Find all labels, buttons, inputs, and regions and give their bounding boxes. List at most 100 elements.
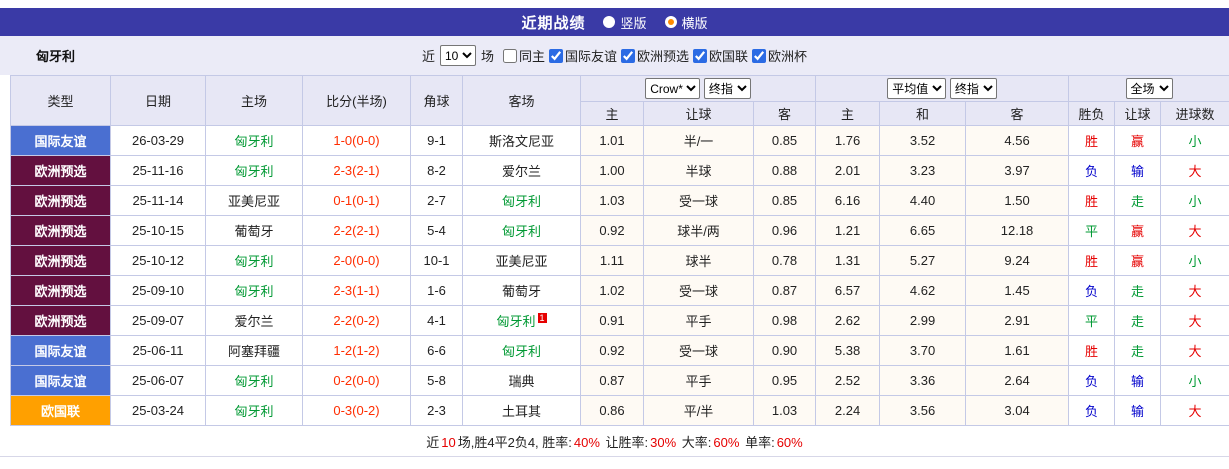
bookmaker-select[interactable]: Crow* bbox=[645, 78, 700, 99]
competition-cell: 欧洲预选 bbox=[11, 156, 111, 186]
corner-cell: 9-1 bbox=[411, 126, 463, 156]
euro-home-odds: 1.76 bbox=[816, 126, 880, 156]
date-cell: 25-11-16 bbox=[111, 156, 206, 186]
home-team: 爱尔兰 bbox=[206, 306, 303, 336]
filter-checkbox-欧洲杯[interactable]: 欧洲杯 bbox=[752, 46, 807, 65]
score-cell: 0-3(0-2) bbox=[303, 396, 411, 426]
asian-away-odds: 0.98 bbox=[754, 306, 816, 336]
score-cell: 2-2(0-2) bbox=[303, 306, 411, 336]
result-goals: 小 bbox=[1161, 246, 1229, 276]
result-goals: 大 bbox=[1161, 276, 1229, 306]
table-row: 国际友谊 26-03-29 匈牙利 1-0(0-0) 9-1 斯洛文尼亚 1.0… bbox=[11, 126, 1229, 156]
euro-draw-odds: 3.56 bbox=[880, 396, 966, 426]
date-cell: 25-09-10 bbox=[111, 276, 206, 306]
home-team: 匈牙利 bbox=[206, 156, 303, 186]
sub-header-asian-handicap: 让球 bbox=[644, 102, 754, 126]
euro-draw-odds: 3.23 bbox=[880, 156, 966, 186]
asian-handicap: 受一球 bbox=[644, 276, 754, 306]
home-team: 匈牙利 bbox=[206, 366, 303, 396]
result-goals: 大 bbox=[1161, 396, 1229, 426]
sub-header-euro-away: 客 bbox=[966, 102, 1069, 126]
result-goals: 大 bbox=[1161, 156, 1229, 186]
checkbox-input[interactable] bbox=[693, 49, 707, 63]
asian-home-odds: 1.00 bbox=[581, 156, 644, 186]
asian-handicap: 平手 bbox=[644, 306, 754, 336]
result-goals: 小 bbox=[1161, 366, 1229, 396]
result-wdl: 平 bbox=[1069, 216, 1115, 246]
summary-line: 近10场,胜4平2负4, 胜率:40% 让胜率:30% 大率:60% 单率:60… bbox=[425, 432, 803, 451]
table-row: 欧洲预选 25-11-14 亚美尼亚 0-1(0-1) 2-7 匈牙利 1.03… bbox=[11, 186, 1229, 216]
filter-checkbox-欧洲预选[interactable]: 欧洲预选 bbox=[621, 46, 689, 65]
asian-handicap: 半球 bbox=[644, 156, 754, 186]
asian-away-odds: 0.85 bbox=[754, 126, 816, 156]
games-label: 场 bbox=[481, 46, 494, 65]
result-handicap: 走 bbox=[1115, 186, 1161, 216]
asian-away-odds: 0.95 bbox=[754, 366, 816, 396]
checkbox-input[interactable] bbox=[752, 49, 766, 63]
filter-checkbox-国际友谊[interactable]: 国际友谊 bbox=[549, 46, 617, 65]
full-match-select[interactable]: 全场 bbox=[1126, 78, 1173, 99]
summary-segment: 40% bbox=[574, 435, 600, 450]
summary-segment: 场,胜4平2负4, 胜率: bbox=[458, 435, 572, 450]
corner-cell: 2-3 bbox=[411, 396, 463, 426]
result-handicap: 输 bbox=[1115, 366, 1161, 396]
asian-handicap: 半/一 bbox=[644, 126, 754, 156]
euro-final-select[interactable]: 终指 bbox=[950, 78, 997, 99]
result-handicap: 输 bbox=[1115, 156, 1161, 186]
euro-draw-odds: 3.52 bbox=[880, 126, 966, 156]
table-row: 欧洲预选 25-10-12 匈牙利 2-0(0-0) 10-1 亚美尼亚 1.1… bbox=[11, 246, 1229, 276]
result-group-header: 全场 bbox=[1069, 76, 1229, 102]
filter-checkbox-同主[interactable]: 同主 bbox=[503, 46, 545, 65]
asian-away-odds: 0.85 bbox=[754, 186, 816, 216]
header-tool-row: 类型 日期 主场 比分(半场) 角球 客场 Crow* 终指 平均值 终指 全场 bbox=[11, 76, 1229, 102]
away-team: 土耳其 bbox=[463, 396, 581, 426]
match-count-select[interactable]: 10 bbox=[440, 45, 476, 66]
result-goals: 大 bbox=[1161, 306, 1229, 336]
away-team: 瑞典 bbox=[463, 366, 581, 396]
card-note-badge: 1 bbox=[538, 313, 547, 323]
asian-away-odds: 0.88 bbox=[754, 156, 816, 186]
away-team: 爱尔兰 bbox=[463, 156, 581, 186]
euro-draw-odds: 3.36 bbox=[880, 366, 966, 396]
checkbox-input[interactable] bbox=[503, 49, 517, 63]
result-goals: 大 bbox=[1161, 216, 1229, 246]
asian-final-select[interactable]: 终指 bbox=[704, 78, 751, 99]
col-header-home: 主场 bbox=[206, 76, 303, 126]
filter-checkbox-欧国联[interactable]: 欧国联 bbox=[693, 46, 748, 65]
home-team: 阿塞拜疆 bbox=[206, 336, 303, 366]
asian-away-odds: 0.87 bbox=[754, 276, 816, 306]
corner-cell: 8-2 bbox=[411, 156, 463, 186]
view-option-vertical[interactable]: 竖版 bbox=[603, 13, 646, 32]
euro-away-odds: 2.91 bbox=[966, 306, 1069, 336]
corner-cell: 4-1 bbox=[411, 306, 463, 336]
checkbox-input[interactable] bbox=[549, 49, 563, 63]
table-row: 欧洲预选 25-09-10 匈牙利 2-3(1-1) 1-6 葡萄牙 1.02 … bbox=[11, 276, 1229, 306]
result-handicap: 走 bbox=[1115, 306, 1161, 336]
title-bar: 近期战绩 竖版 横版 bbox=[0, 8, 1229, 36]
checkbox-input[interactable] bbox=[621, 49, 635, 63]
date-cell: 25-10-15 bbox=[111, 216, 206, 246]
home-team: 葡萄牙 bbox=[206, 216, 303, 246]
competition-cell: 国际友谊 bbox=[11, 366, 111, 396]
average-select[interactable]: 平均值 bbox=[887, 78, 946, 99]
corner-cell: 1-6 bbox=[411, 276, 463, 306]
view-option-horizontal[interactable]: 横版 bbox=[665, 13, 708, 32]
date-cell: 25-09-07 bbox=[111, 306, 206, 336]
euro-away-odds: 1.45 bbox=[966, 276, 1069, 306]
asian-handicap: 平/半 bbox=[644, 396, 754, 426]
result-handicap: 赢 bbox=[1115, 246, 1161, 276]
table-row: 欧洲预选 25-10-15 葡萄牙 2-2(2-1) 5-4 匈牙利 0.92 … bbox=[11, 216, 1229, 246]
home-team: 匈牙利 bbox=[206, 396, 303, 426]
score-cell: 2-3(1-1) bbox=[303, 276, 411, 306]
euro-away-odds: 12.18 bbox=[966, 216, 1069, 246]
away-team: 匈牙利1 bbox=[463, 306, 581, 336]
date-cell: 25-06-11 bbox=[111, 336, 206, 366]
asian-handicap: 受一球 bbox=[644, 336, 754, 366]
corner-cell: 5-8 bbox=[411, 366, 463, 396]
radio-icon[interactable] bbox=[603, 16, 615, 28]
euro-odds-group-header: 平均值 终指 bbox=[816, 76, 1069, 102]
table-row: 国际友谊 25-06-07 匈牙利 0-2(0-0) 5-8 瑞典 0.87 平… bbox=[11, 366, 1229, 396]
date-cell: 25-11-14 bbox=[111, 186, 206, 216]
euro-draw-odds: 4.62 bbox=[880, 276, 966, 306]
radio-selected-icon[interactable] bbox=[665, 16, 677, 28]
